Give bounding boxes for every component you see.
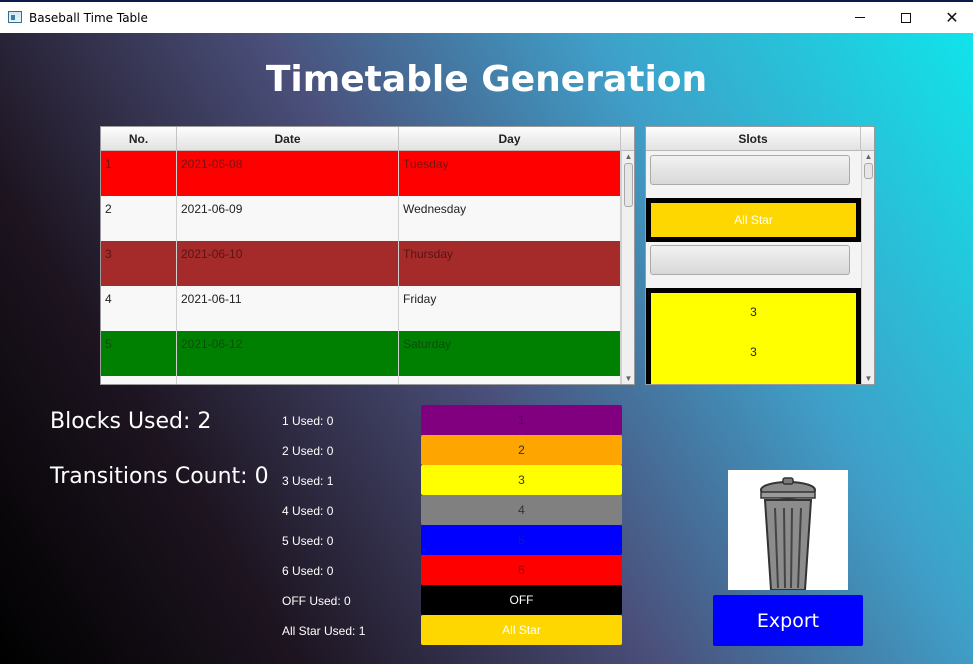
block-button-4[interactable]: 4 [421, 495, 622, 525]
cell-day: Saturday [399, 331, 621, 376]
minimize-icon [855, 17, 865, 18]
cell-no: 3 [101, 241, 177, 286]
cell-date: 2021-06-09 [177, 196, 399, 241]
transitions-count-label: Transitions Count: 0 [50, 464, 269, 489]
block-button-off[interactable]: OFF [421, 585, 622, 615]
cell-day: Tuesday [399, 151, 621, 196]
table-row[interactable]: 6 2021-06-13 Sunday [101, 376, 621, 384]
minimize-button[interactable] [837, 2, 883, 33]
slots-header: Slots [646, 127, 874, 151]
slots-scrollbar[interactable]: ▲ ▼ [861, 151, 874, 384]
column-header-no[interactable]: No. [101, 127, 177, 151]
table-row[interactable]: 5 2021-06-12 Saturday [101, 331, 621, 376]
slots-list[interactable]: Slots All Star 3 3 ▲ ▼ [645, 126, 875, 385]
cell-date: 2021-06-12 [177, 331, 399, 376]
cell-date: 2021-06-13 [177, 376, 399, 384]
cell-date: 2021-06-11 [177, 286, 399, 331]
table-scroll-thumb[interactable] [624, 163, 633, 207]
block-button-1[interactable]: 1 [421, 405, 622, 435]
slot-allstar-block[interactable]: All Star [646, 198, 861, 242]
block-button-allstar[interactable]: All Star [421, 615, 622, 645]
slot-empty-button[interactable] [650, 245, 850, 275]
column-header-day[interactable]: Day [399, 127, 621, 151]
slot-empty-button[interactable] [650, 155, 850, 185]
timetable-table[interactable]: No. Date Day 1 2021-06-08 Tuesday 2 2021… [100, 126, 635, 385]
trash-can-icon [760, 477, 816, 591]
window-title: Baseball Time Table [29, 11, 148, 25]
scroll-down-icon[interactable]: ▼ [862, 373, 874, 384]
slots-body: All Star 3 3 [646, 151, 861, 384]
cell-date: 2021-06-10 [177, 241, 399, 286]
cell-no: 1 [101, 151, 177, 196]
close-icon: ✕ [945, 7, 959, 27]
close-button[interactable]: ✕ [929, 2, 973, 33]
table-header: No. Date Day [101, 127, 634, 151]
trash-drop-zone[interactable] [728, 470, 848, 591]
export-button[interactable]: Export [713, 595, 863, 646]
scroll-up-icon[interactable]: ▲ [622, 151, 634, 163]
window-titlebar: Baseball Time Table ✕ [0, 0, 973, 33]
used-count-label: 5 Used: 0 [282, 534, 334, 548]
main-content: Timetable Generation No. Date Day 1 2021… [0, 33, 973, 664]
used-count-label: OFF Used: 0 [282, 594, 351, 608]
scroll-up-icon[interactable]: ▲ [862, 151, 874, 163]
cell-no: 5 [101, 331, 177, 376]
maximize-button[interactable] [883, 2, 929, 33]
column-header-slots[interactable]: Slots [646, 127, 861, 151]
table-row[interactable]: 4 2021-06-11 Friday [101, 286, 621, 331]
cell-no: 4 [101, 286, 177, 331]
table-scrollbar[interactable]: ▲ ▼ [621, 151, 634, 384]
app-icon [8, 11, 22, 23]
maximize-icon [901, 12, 911, 23]
used-count-label: All Star Used: 1 [282, 624, 366, 638]
cell-day: Friday [399, 286, 621, 331]
used-count-label: 1 Used: 0 [282, 414, 334, 428]
used-count-label: 3 Used: 1 [282, 474, 334, 488]
scroll-down-icon[interactable]: ▼ [622, 373, 634, 384]
used-count-label: 6 Used: 0 [282, 564, 334, 578]
table-body: 1 2021-06-08 Tuesday 2 2021-06-09 Wednes… [101, 151, 621, 384]
table-row[interactable]: 2 2021-06-09 Wednesday [101, 196, 621, 241]
block-button-2[interactable]: 2 [421, 435, 622, 465]
used-count-label: 2 Used: 0 [282, 444, 334, 458]
cell-no: 2 [101, 196, 177, 241]
cell-no: 6 [101, 376, 177, 384]
block-button-6[interactable]: 6 [421, 555, 622, 585]
used-count-label: 4 Used: 0 [282, 504, 334, 518]
slot-block-3[interactable]: 3 3 [646, 288, 861, 384]
blocks-used-label: Blocks Used: 2 [50, 409, 212, 434]
page-title: Timetable Generation [265, 59, 708, 100]
block-button-3[interactable]: 3 [421, 465, 622, 495]
cell-day: Sunday [399, 376, 621, 384]
slot-block-value: 3 [750, 345, 757, 359]
table-row[interactable]: 3 2021-06-10 Thursday [101, 241, 621, 286]
slot-block-value: 3 [750, 305, 757, 319]
cell-day: Thursday [399, 241, 621, 286]
column-header-date[interactable]: Date [177, 127, 399, 151]
table-row[interactable]: 1 2021-06-08 Tuesday [101, 151, 621, 196]
cell-day: Wednesday [399, 196, 621, 241]
cell-date: 2021-06-08 [177, 151, 399, 196]
slots-scroll-thumb[interactable] [864, 163, 873, 179]
block-button-5[interactable]: 5 [421, 525, 622, 555]
